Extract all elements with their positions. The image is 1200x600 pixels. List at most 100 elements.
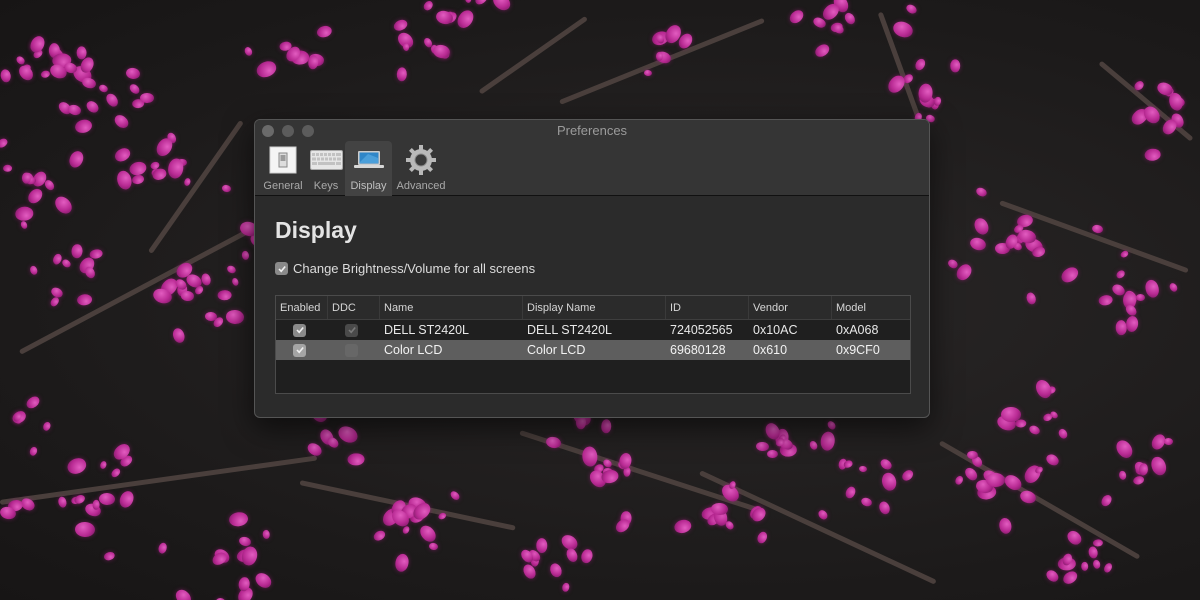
wallpaper-blossom xyxy=(489,0,514,14)
titlebar: Preferences General Keys Display Advance… xyxy=(255,120,929,196)
column-header-enabled[interactable]: Enabled xyxy=(276,296,328,319)
wallpaper-blossom xyxy=(643,70,652,77)
wallpaper-blossom xyxy=(844,484,858,500)
wallpaper-blossom xyxy=(904,2,918,15)
wallpaper-blossom xyxy=(975,186,989,198)
wallpaper-blossom xyxy=(67,103,83,117)
wallpaper-blossom xyxy=(19,219,29,230)
wallpaper-blossom xyxy=(43,178,57,193)
wallpaper-blossom xyxy=(335,422,360,446)
cell-model: 0x9CF0 xyxy=(836,343,880,357)
wallpaper-blossom xyxy=(448,490,461,502)
keyboard-icon xyxy=(309,145,343,175)
wallpaper-blossom xyxy=(1140,103,1163,127)
wallpaper-blossom xyxy=(1044,452,1062,468)
all-screens-checkbox[interactable] xyxy=(275,262,288,275)
wallpaper-blossom xyxy=(14,206,34,222)
tab-general[interactable]: General xyxy=(259,141,307,196)
wallpaper-blossom xyxy=(453,7,477,32)
wallpaper-blossom xyxy=(1118,470,1128,482)
wallpaper-blossom xyxy=(826,419,838,432)
tab-advanced[interactable]: Advanced xyxy=(392,141,450,196)
wallpaper-blossom xyxy=(66,149,86,170)
wallpaper-blossom xyxy=(473,0,490,7)
wallpaper-blossom xyxy=(548,561,565,579)
wallpaper-blossom xyxy=(225,264,237,275)
wallpaper-blossom xyxy=(1061,569,1080,587)
wallpaper-blossom xyxy=(1044,568,1061,584)
wallpaper-blossom xyxy=(787,7,807,26)
wallpaper-blossom xyxy=(71,244,84,260)
table-row-selected[interactable]: Color LCD Color LCD 69680128 0x610 0x9CF… xyxy=(276,340,910,360)
cell-name: Color LCD xyxy=(384,343,443,357)
wallpaper-blossom xyxy=(859,465,869,474)
wallpaper-blossom xyxy=(755,441,769,452)
wallpaper-blossom xyxy=(200,272,212,287)
wallpaper-blossom xyxy=(217,289,232,301)
cell-name: DELL ST2420L xyxy=(384,323,470,337)
wallpaper-blossom xyxy=(61,257,73,269)
wallpaper-blossom xyxy=(1115,268,1127,280)
wallpaper-blossom xyxy=(1024,291,1037,306)
display-pane: Display Change Brightness/Volume for all… xyxy=(255,217,929,394)
wallpaper-blossom xyxy=(1000,406,1021,422)
wallpaper-blossom xyxy=(392,17,409,32)
wallpaper-blossom xyxy=(600,418,612,434)
wallpaper-blossom xyxy=(1018,489,1038,506)
column-header-model[interactable]: Model xyxy=(832,296,910,319)
column-header-display-name[interactable]: Display Name xyxy=(523,296,666,319)
wallpaper-blossom xyxy=(1113,437,1136,461)
column-header-id[interactable]: ID xyxy=(666,296,749,319)
wallpaper-blossom xyxy=(28,446,39,458)
wallpaper-blossom xyxy=(947,258,960,270)
wallpaper-blossom xyxy=(109,466,122,479)
wallpaper-blossom xyxy=(1142,278,1161,300)
enabled-checkbox[interactable] xyxy=(293,343,306,357)
wallpaper-blossom xyxy=(1167,281,1179,294)
ddc-checkbox[interactable] xyxy=(345,323,358,337)
wallpaper-blossom xyxy=(325,435,341,450)
all-screens-option[interactable]: Change Brightness/Volume for all screens xyxy=(275,261,909,276)
tab-keys-label: Keys xyxy=(313,180,339,192)
wallpaper-blossom xyxy=(52,192,76,217)
wallpaper-blossom xyxy=(221,184,232,193)
wallpaper-blossom xyxy=(127,159,148,177)
cell-vendor: 0x610 xyxy=(753,343,788,357)
wallpaper-blossom xyxy=(57,496,68,509)
wallpaper-blossom xyxy=(832,23,846,36)
tab-display[interactable]: Display xyxy=(345,141,392,196)
column-header-vendor[interactable]: Vendor xyxy=(749,296,832,319)
wallpaper-blossom xyxy=(170,326,187,345)
cell-display-name: Color LCD xyxy=(527,343,586,357)
wallpaper-blossom xyxy=(230,276,240,287)
tab-general-label: General xyxy=(263,180,303,192)
checkmark-icon xyxy=(295,346,304,354)
table-row[interactable]: DELL ST2420L DELL ST2420L 724052565 0x10… xyxy=(276,320,910,340)
wallpaper-blossom xyxy=(962,465,980,483)
tab-keys[interactable]: Keys xyxy=(307,141,345,196)
wallpaper-blossom xyxy=(860,496,874,509)
column-header-name[interactable]: Name xyxy=(380,296,523,319)
ddc-checkbox[interactable] xyxy=(345,343,358,357)
wallpaper-blossom xyxy=(880,470,898,493)
wallpaper-blossom xyxy=(243,45,254,58)
wallpaper-blossom xyxy=(28,265,39,277)
preferences-toolbar: General Keys Display Advanced xyxy=(259,141,450,196)
wallpaper-blossom xyxy=(813,42,832,60)
wallpaper-blossom xyxy=(228,510,250,528)
enabled-checkbox[interactable] xyxy=(293,323,306,337)
wallpaper-blossom xyxy=(225,309,246,325)
wallpaper-blossom xyxy=(307,54,320,70)
gear-icon xyxy=(405,145,437,175)
column-header-ddc[interactable]: DDC xyxy=(328,296,380,319)
wallpaper-blossom xyxy=(73,117,94,135)
displays-table: Enabled DDC Name Display Name ID Vendor … xyxy=(275,295,911,394)
wallpaper-blossom xyxy=(816,508,830,522)
wallpaper-blossom xyxy=(1058,264,1081,286)
wallpaper-blossom xyxy=(754,530,769,546)
wallpaper-blossom xyxy=(173,587,195,600)
wallpaper-blossom xyxy=(843,11,858,26)
wallpaper-blossom xyxy=(997,517,1013,536)
wallpaper-blossom xyxy=(913,56,927,73)
wallpaper-blossom xyxy=(900,468,915,483)
